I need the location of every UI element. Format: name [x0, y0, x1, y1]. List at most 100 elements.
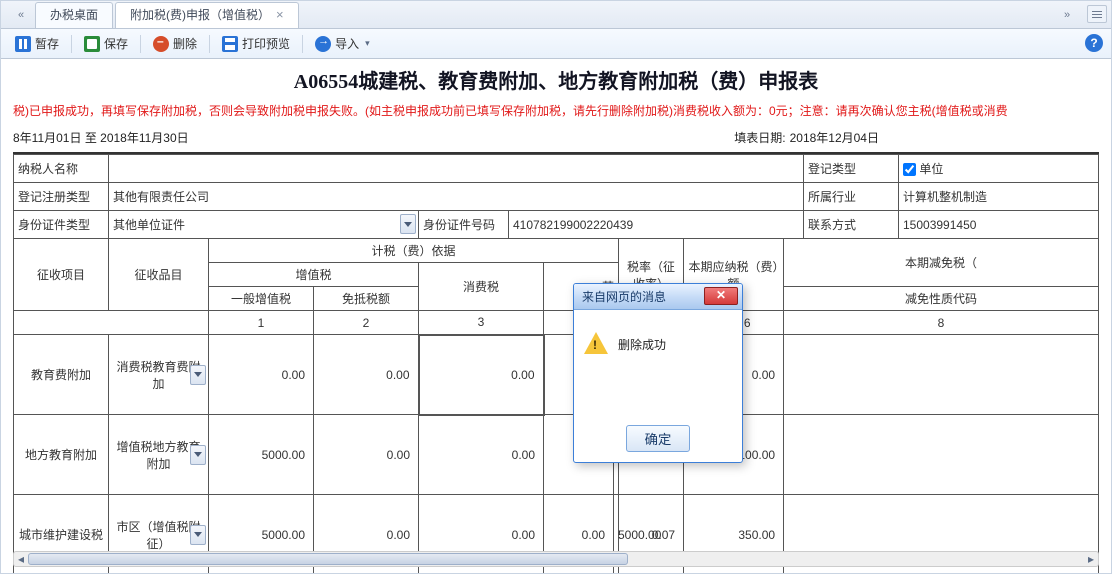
- dialog-footer: 确定: [574, 425, 742, 452]
- save-icon: [84, 36, 100, 52]
- chevron-down-icon[interactable]: [190, 365, 206, 385]
- col-vat-normal: 一般增值税: [209, 287, 314, 311]
- cell-c2[interactable]: 0.00: [314, 415, 419, 495]
- cell-c3[interactable]: 0.00: [419, 415, 544, 495]
- date-row: 8年11月01日 至 2018年11月30日 填表日期: 2018年12月04日: [1, 125, 1111, 152]
- cell-item-select[interactable]: 消费税教育费附加: [109, 335, 209, 415]
- col-reduce: 减免性质代码: [784, 287, 1099, 311]
- table-row: 地方教育附加 增值税地方教育附加 5000.00 0.00 0.00 0.0 0…: [14, 415, 1099, 495]
- cell-c3[interactable]: 0.00: [419, 335, 544, 415]
- reg-type-value: 单位: [899, 155, 1099, 183]
- fill-date-label: 填表日期:: [734, 129, 785, 146]
- print-label: 打印预览: [242, 35, 290, 52]
- col-project: 征收项目: [14, 239, 109, 311]
- col-basis-group: 计税（费）依据: [209, 239, 619, 263]
- import-label: 导入: [335, 35, 359, 52]
- separator: [71, 35, 72, 53]
- scroll-thumb[interactable]: [28, 553, 628, 565]
- chevron-down-icon[interactable]: [190, 445, 206, 465]
- cell-c2[interactable]: 0.00: [314, 335, 419, 415]
- warning-text: 税)已申报成功，再填写保存附加税，否则会导致附加税申报失败。(如主税申报成功前已…: [1, 98, 1111, 125]
- tab-label: 附加税(费)申报（增值税）: [130, 2, 270, 28]
- delete-button[interactable]: 删除: [147, 32, 203, 55]
- tab-home[interactable]: 办税桌面: [35, 2, 113, 28]
- nsr-name-value[interactable]: [109, 155, 804, 183]
- close-icon[interactable]: ✕: [704, 287, 738, 305]
- num-8: 8: [784, 311, 1099, 335]
- industry-label: 所属行业: [804, 183, 899, 211]
- id-type-label: 身份证件类型: [14, 211, 109, 239]
- dialog-title-bar[interactable]: 来自网页的消息 ✕: [574, 284, 742, 310]
- id-type-value: 其他单位证件: [113, 218, 185, 232]
- chevron-down-icon[interactable]: [190, 525, 206, 545]
- cell-c8[interactable]: [784, 335, 1099, 415]
- num-3: 3: [419, 311, 544, 335]
- help-button[interactable]: ?: [1085, 34, 1103, 52]
- cell-item: 市区（增值税附征）: [116, 520, 200, 551]
- col-reduce-group: 本期减免税（: [784, 239, 1099, 287]
- app-window: « 办税桌面 附加税(费)申报（增值税） × » 暂存 保存 删除 打印预览: [0, 0, 1112, 574]
- page-title: A06554城建税、教育费附加、地方教育附加税（费）申报表: [1, 59, 1111, 98]
- contact-label: 联系方式: [804, 211, 899, 239]
- col-item: 征收品目: [109, 239, 209, 311]
- period-range: 8年11月01日 至 2018年11月30日: [13, 129, 189, 146]
- separator: [140, 35, 141, 53]
- cell-item-select[interactable]: 增值税地方教育附加: [109, 415, 209, 495]
- tab-label: 办税桌面: [50, 2, 98, 28]
- separator: [302, 35, 303, 53]
- reg-type-checkbox-label: 单位: [919, 162, 943, 176]
- dialog-title: 来自网页的消息: [582, 288, 666, 305]
- content-area: A06554城建税、教育费附加、地方教育附加税（费）申报表 税)已申报成功，再填…: [1, 59, 1111, 573]
- print-button[interactable]: 打印预览: [216, 32, 296, 55]
- id-no-value[interactable]: 410782199002220439: [509, 211, 804, 239]
- save-button[interactable]: 保存: [78, 32, 134, 55]
- horizontal-scrollbar[interactable]: ◂ ▸: [13, 551, 1099, 567]
- col-consume: 消费税: [419, 263, 544, 311]
- id-no-label: 身份证件号码: [419, 211, 509, 239]
- tab-scroll-right[interactable]: »: [1051, 9, 1081, 21]
- import-icon: [315, 36, 331, 52]
- id-type-select[interactable]: 其他单位证件: [109, 211, 419, 239]
- num-1: 1: [209, 311, 314, 335]
- warning-icon: [584, 332, 608, 354]
- cell-item: 增值税地方教育附加: [116, 440, 200, 471]
- reg-type-checkbox[interactable]: [903, 163, 916, 176]
- delete-label: 删除: [173, 35, 197, 52]
- separator: [209, 35, 210, 53]
- reg-reg-type-value[interactable]: 其他有限责任公司: [109, 183, 804, 211]
- scroll-right-icon[interactable]: ▸: [1084, 552, 1098, 566]
- scroll-left-icon[interactable]: ◂: [14, 552, 28, 566]
- col-vat-group: 增值税: [209, 263, 419, 287]
- dialog-body: 删除成功: [574, 310, 742, 364]
- contact-value[interactable]: 15003991450: [899, 211, 1099, 239]
- close-icon[interactable]: ×: [276, 2, 284, 28]
- cell-c8[interactable]: [784, 415, 1099, 495]
- taxpayer-info-table: 纳税人名称 登记类型 单位 登记注册类型 其他有限责任公司 所属行业 计算机整机…: [13, 154, 1099, 239]
- fill-date: 2018年12月04日: [790, 129, 879, 146]
- import-button[interactable]: 导入 ▾: [309, 32, 376, 55]
- tab-declare[interactable]: 附加税(费)申报（增值税） ×: [115, 2, 299, 28]
- toolbar: 暂存 保存 删除 打印预览 导入 ▾: [1, 29, 1111, 59]
- cell-project: 地方教育附加: [14, 415, 109, 495]
- reg-type-label: 登记类型: [804, 155, 899, 183]
- num-2: 2: [314, 311, 419, 335]
- industry-value[interactable]: 计算机整机制造: [899, 183, 1099, 211]
- cell-c1[interactable]: 5000.00: [209, 415, 314, 495]
- cell-project: 教育费附加: [14, 335, 109, 415]
- ok-button[interactable]: 确定: [626, 425, 691, 452]
- pause-button[interactable]: 暂存: [9, 32, 65, 55]
- blank-head: [14, 311, 209, 335]
- message-dialog: 来自网页的消息 ✕ 删除成功 确定: [573, 283, 743, 463]
- tab-bar: « 办税桌面 附加税(费)申报（增值税） × »: [1, 1, 1111, 29]
- chevron-down-icon[interactable]: [400, 214, 416, 234]
- tab-menu-button[interactable]: [1087, 5, 1107, 23]
- tab-scroll-left[interactable]: «: [5, 9, 35, 21]
- save-label: 保存: [104, 35, 128, 52]
- tax-grid: 征收项目 征收品目 计税（费）依据 税率（征收率） 本期应纳税（费）额 本期减免…: [13, 238, 1099, 573]
- chevron-down-icon: ▾: [365, 38, 370, 49]
- delete-icon: [153, 36, 169, 52]
- reg-reg-type-label: 登记注册类型: [14, 183, 109, 211]
- pause-icon: [15, 36, 31, 52]
- cell-item: 消费税教育费附加: [116, 360, 200, 391]
- cell-c1[interactable]: 0.00: [209, 335, 314, 415]
